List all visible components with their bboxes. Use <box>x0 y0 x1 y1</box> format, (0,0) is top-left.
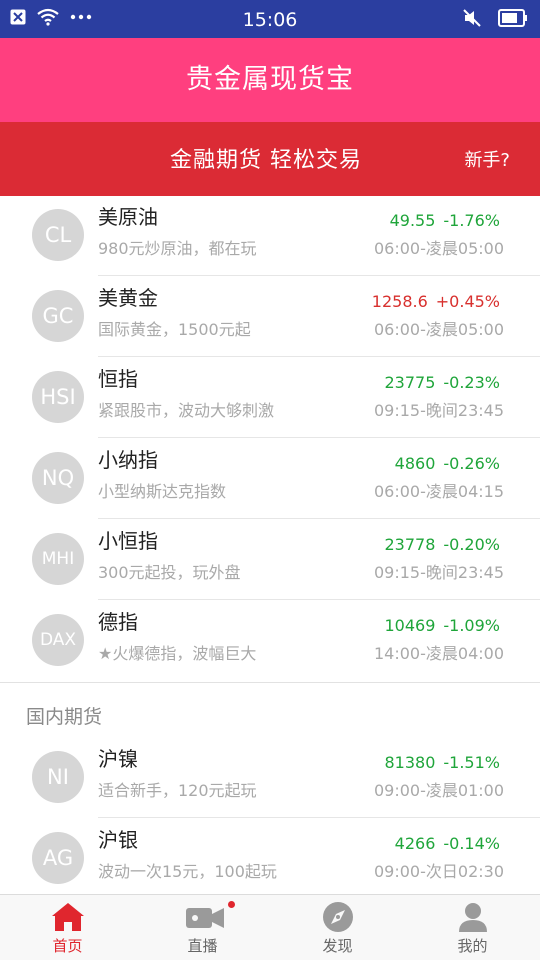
product-price: 23775 <box>384 373 436 392</box>
product-name: 美原油 <box>98 205 158 229</box>
product-change: -1.76% <box>443 211 500 230</box>
product-quote: 10469 -1.09% <box>384 616 500 635</box>
product-name: 小恒指 <box>98 529 158 553</box>
product-list: CL 美原油 980元炒原油，都在玩 49.55 -1.76% 06:00-凌晨0… <box>0 196 540 894</box>
trading-hours: 09:00-次日02:30 <box>374 862 504 881</box>
product-quote: 49.55 -1.76% <box>390 211 500 230</box>
product-change: -0.23% <box>443 373 500 392</box>
trading-hours: 06:00-凌晨05:00 <box>374 320 504 339</box>
product-price: 23778 <box>384 535 436 554</box>
product-code-avatar: AG <box>32 832 84 884</box>
trading-hours: 06:00-凌晨04:15 <box>374 482 504 501</box>
product-price: 4860 <box>394 454 436 473</box>
product-price: 49.55 <box>389 211 436 230</box>
tab-discover[interactable]: 发现 <box>270 895 405 960</box>
tab-live[interactable]: 直播 <box>135 895 270 960</box>
product-change: -0.14% <box>443 834 500 853</box>
product-row-gc[interactable]: GC 美黄金 国际黄金，1500元起 1258.6 +0.45% 06:00-凌晨… <box>0 276 540 357</box>
product-desc: 国际黄金，1500元起 <box>98 320 251 339</box>
compass-icon <box>320 901 356 933</box>
newbie-guide-link[interactable]: 新手? <box>464 146 510 172</box>
product-change: -0.20% <box>443 535 500 554</box>
product-row-nq[interactable]: NQ 小纳指 小型纳斯达克指数 4860 -0.26% 06:00-凌晨04:15 <box>0 438 540 519</box>
banner-slogan: 金融期货 轻松交易 <box>170 148 362 173</box>
bottom-tab-bar: 首页 直播 发现 我的 <box>0 894 540 960</box>
product-row-ag[interactable]: AG 沪银 波动一次15元，100起玩 4266 -0.14% 09:00-次日0… <box>0 818 540 894</box>
tab-mine[interactable]: 我的 <box>405 895 540 960</box>
product-name: 德指 <box>98 610 138 634</box>
app-title: 贵金属现货宝 <box>186 64 354 95</box>
product-desc: 波动一次15元，100起玩 <box>98 862 277 881</box>
product-price: 81380 <box>384 753 436 772</box>
product-name: 小纳指 <box>98 448 158 472</box>
product-price: 10469 <box>384 616 436 635</box>
trading-hours: 09:15-晚间23:45 <box>374 401 504 420</box>
promo-banner[interactable]: 金融期货 轻松交易 新手? <box>0 122 540 196</box>
product-desc: 980元炒原油，都在玩 <box>98 239 257 258</box>
tab-home[interactable]: 首页 <box>0 895 135 960</box>
battery-icon <box>498 9 528 27</box>
trading-hours: 06:00-凌晨05:00 <box>374 239 504 258</box>
product-code-avatar: MHI <box>32 533 84 585</box>
product-code-avatar: NI <box>32 751 84 803</box>
product-code-avatar: HSI <box>32 371 84 423</box>
product-name: 美黄金 <box>98 286 158 310</box>
product-desc: 适合新手，120元起玩 <box>98 781 257 800</box>
tab-label: 发现 <box>322 937 353 955</box>
product-row-ni[interactable]: NI 沪镍 适合新手，120元起玩 81380 -1.51% 09:00-凌晨01… <box>0 737 540 818</box>
status-bar: 15:06 <box>0 0 540 38</box>
product-row-mhi[interactable]: MHI 小恒指 300元起投，玩外盘 23778 -0.20% 09:15-晚间2… <box>0 519 540 600</box>
tab-label: 直播 <box>187 937 218 955</box>
status-time: 15:06 <box>242 9 298 31</box>
tab-label: 首页 <box>52 937 83 955</box>
trading-hours: 14:00-凌晨04:00 <box>374 644 504 663</box>
product-row-cl[interactable]: CL 美原油 980元炒原油，都在玩 49.55 -1.76% 06:00-凌晨0… <box>0 196 540 276</box>
section-divider <box>0 682 540 683</box>
product-desc: 小型纳斯达克指数 <box>98 482 227 501</box>
product-desc: 紧跟股市，波动大够刺激 <box>98 401 275 420</box>
product-price: 1258.6 <box>371 292 428 311</box>
home-icon <box>50 901 86 933</box>
mute-icon <box>462 8 482 28</box>
product-change: +0.45% <box>435 292 500 311</box>
product-price: 4266 <box>394 834 436 853</box>
product-quote: 4860 -0.26% <box>395 454 500 473</box>
product-code-avatar: CL <box>32 209 84 261</box>
product-change: -1.09% <box>443 616 500 635</box>
product-quote: 4266 -0.14% <box>395 834 500 853</box>
product-name: 沪镍 <box>98 747 138 771</box>
trading-hours: 09:00-凌晨01:00 <box>374 781 504 800</box>
product-row-hsi[interactable]: HSI 恒指 紧跟股市，波动大够刺激 23775 -0.23% 09:15-晚间2… <box>0 357 540 438</box>
product-code-avatar: GC <box>32 290 84 342</box>
section-title: 国内期货 <box>26 706 103 728</box>
product-desc: ★火爆德指，波幅巨大 <box>98 644 257 663</box>
product-code-avatar: NQ <box>32 452 84 504</box>
product-quote: 23778 -0.20% <box>384 535 500 554</box>
product-quote: 81380 -1.51% <box>384 753 500 772</box>
product-change: -0.26% <box>443 454 500 473</box>
product-name: 沪银 <box>98 828 138 852</box>
app-header: 贵金属现货宝 <box>0 38 540 122</box>
product-quote: 23775 -0.23% <box>384 373 500 392</box>
product-row-dax[interactable]: DAX 德指 ★火爆德指，波幅巨大 10469 -1.09% 14:00-凌晨04… <box>0 600 540 681</box>
person-icon <box>455 901 491 933</box>
video-camera-icon <box>185 901 224 933</box>
product-desc: 300元起投，玩外盘 <box>98 563 241 582</box>
product-change: -1.51% <box>443 753 500 772</box>
tab-label: 我的 <box>457 937 488 955</box>
product-quote: 1258.6 +0.45% <box>372 292 500 311</box>
product-name: 恒指 <box>98 367 138 391</box>
trading-hours: 09:15-晚间23:45 <box>374 563 504 582</box>
notification-dot <box>228 901 235 908</box>
product-code-avatar: DAX <box>32 614 84 666</box>
